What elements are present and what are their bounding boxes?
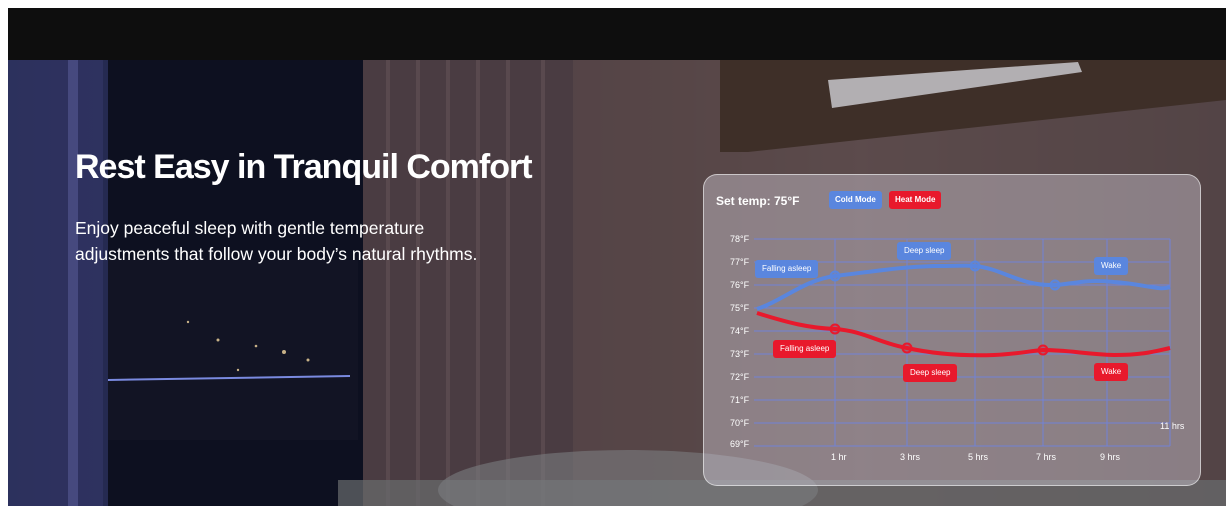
cold-point-7hrs (1049, 279, 1061, 291)
cold-tag-falling-asleep: Falling asleep (755, 260, 819, 278)
cold-tag-deep-sleep: Deep sleep (897, 242, 952, 260)
cold-tag-wake: Wake (1094, 257, 1129, 275)
heat-tag-deep-sleep: Deep sleep (903, 364, 958, 382)
x-tick-1hr: 1 hr (831, 452, 847, 462)
x-tick-5hrs: 5 hrs (968, 452, 989, 462)
hero-section: Rest Easy in Tranquil Comfort Enjoy peac… (8, 60, 1226, 506)
y-tick-75: 75°F (730, 303, 750, 313)
heat-point-1hr (829, 323, 841, 335)
heat-point-3hrs (901, 342, 913, 354)
heat-point-7hrs (1037, 344, 1049, 356)
hero-subtext: Enjoy peaceful sleep with gentle tempera… (75, 218, 478, 264)
page-frame: Rest Easy in Tranquil Comfort Enjoy peac… (8, 8, 1226, 506)
cold-point-5hrs (969, 260, 981, 272)
cold-point-1hr (829, 270, 841, 282)
x-tick-9hrs: 9 hrs (1100, 452, 1121, 462)
top-bar (8, 8, 1226, 60)
y-tick-73: 73°F (730, 349, 750, 359)
x-tick-11hrs: 11 hrs (1160, 421, 1185, 431)
y-tick-72: 72°F (730, 372, 750, 382)
y-tick-78: 78°F (730, 234, 750, 244)
y-tick-69: 69°F (730, 439, 750, 449)
heat-tag-falling-asleep: Falling asleep (773, 340, 837, 358)
hero-headline: Rest Easy in Tranquil Comfort (75, 148, 533, 186)
y-tick-74: 74°F (730, 326, 750, 336)
x-tick-7hrs: 7 hrs (1036, 452, 1057, 462)
x-tick-3hrs: 3 hrs (900, 452, 921, 462)
heat-tag-wake: Wake (1094, 363, 1129, 381)
temperature-curve-chart (754, 238, 1171, 447)
y-tick-77: 77°F (730, 257, 750, 267)
y-tick-71: 71°F (730, 395, 750, 405)
y-tick-70: 70°F (730, 418, 750, 428)
y-tick-76: 76°F (730, 280, 750, 290)
temperature-chart-panel: Set temp: 75°F Cold Mode Heat Mode 78°F … (703, 174, 1201, 486)
